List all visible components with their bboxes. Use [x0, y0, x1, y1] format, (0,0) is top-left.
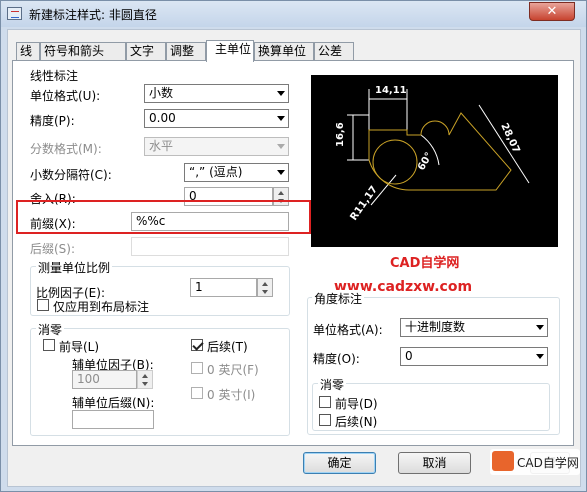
cancel-button[interactable]: 取消	[398, 452, 471, 474]
dim-text-top: 14,11	[375, 85, 407, 96]
angular-unit-format-label: 单位格式(A):	[313, 323, 383, 337]
linear-group-title: 线性标注	[30, 69, 79, 83]
angular-leading-label: 前导(D)	[335, 397, 378, 411]
chevron-down-icon	[536, 325, 544, 330]
fraction-format-label: 分数格式(M):	[30, 142, 102, 156]
sub-unit-factor-spinner[interactable]	[137, 370, 153, 389]
trailing-label: 后续(T)	[207, 340, 248, 354]
zero-inches-label: 0 英寸(I)	[207, 388, 256, 402]
decimal-separator-select[interactable]: “,” (逗点)	[184, 163, 289, 182]
unit-format-select[interactable]: 小数	[144, 84, 289, 103]
dim-text-right: 28,07	[498, 122, 521, 155]
watermark-logo: CAD自学网	[490, 449, 580, 475]
chevron-down-icon	[277, 116, 285, 121]
chevron-down-icon	[277, 91, 285, 96]
angular-trailing-checkbox[interactable]	[319, 414, 331, 426]
precision-select[interactable]: 0.00	[144, 109, 289, 128]
suffix-label: 后缀(S):	[30, 242, 76, 256]
spin-up-icon	[142, 374, 148, 378]
layout-only-label: 仅应用到布局标注	[53, 300, 150, 314]
sub-unit-factor-input[interactable]: 100	[72, 370, 137, 389]
zero-inches-checkbox[interactable]	[191, 387, 203, 399]
fraction-format-select: 水平	[144, 137, 289, 156]
dim-text-radius: R11,17	[348, 184, 380, 223]
chevron-down-icon	[277, 144, 285, 149]
dimstyle-icon	[7, 7, 22, 20]
dim-text-left: 16,6	[335, 122, 346, 147]
layout-only-checkbox[interactable]	[37, 299, 49, 311]
tab-alternate-units[interactable]: 换算单位	[254, 42, 314, 61]
unit-format-label: 单位格式(U):	[30, 89, 101, 103]
angular-precision-label: 精度(O):	[313, 352, 360, 366]
tab-lines[interactable]: 线	[16, 42, 40, 61]
scale-factor-input[interactable]: 1	[190, 278, 257, 297]
scale-factor-spinner[interactable]	[257, 278, 273, 297]
window-title: 新建标注样式: 非圆直径	[29, 8, 157, 22]
logo-text: CAD自学网	[517, 456, 579, 470]
spin-down-icon	[142, 382, 148, 386]
sub-unit-suffix-input[interactable]	[72, 410, 154, 429]
precision-label: 精度(P):	[30, 114, 75, 128]
chevron-down-icon	[536, 354, 544, 359]
sub-unit-suffix-label: 辅单位后缀(N):	[72, 396, 155, 410]
measurement-scale-title: 测量单位比例	[36, 259, 113, 276]
angular-zero-title: 消零	[318, 376, 347, 393]
tab-symbols-arrows[interactable]: 符号和箭头	[40, 42, 126, 61]
dim-line-right	[478, 104, 530, 184]
angular-precision-select[interactable]: 0	[400, 347, 548, 366]
title-bar[interactable]: 新建标注样式: 非圆直径 ✕	[1, 1, 586, 27]
decimal-separator-label: 小数分隔符(C):	[30, 168, 112, 182]
logo-icon	[492, 451, 514, 471]
tab-tolerances[interactable]: 公差	[314, 42, 354, 61]
chevron-down-icon	[277, 170, 285, 175]
spin-down-icon	[262, 290, 268, 294]
suffix-input[interactable]	[131, 237, 289, 256]
angular-leading-checkbox[interactable]	[319, 396, 331, 408]
part-outline	[368, 112, 512, 191]
tab-primary-units[interactable]: 主单位	[206, 40, 254, 62]
prefix-input[interactable]: %%c	[131, 212, 289, 231]
leading-label: 前导(L)	[59, 340, 100, 354]
angular-unit-format-select[interactable]: 十进制度数	[400, 318, 548, 337]
zero-suppression-title: 消零	[36, 321, 65, 338]
zero-feet-checkbox[interactable]	[191, 362, 203, 374]
trailing-checkbox[interactable]	[191, 339, 203, 351]
spin-up-icon	[262, 282, 268, 286]
angular-group-title: 角度标注	[312, 290, 365, 307]
leading-checkbox[interactable]	[43, 339, 55, 351]
dim-text-angle: 60°	[416, 151, 435, 173]
preview-drawing: 14,11 16,6 28,07 60° R11,17	[335, 85, 530, 223]
zero-feet-label: 0 英尺(F)	[207, 363, 259, 377]
prefix-label: 前缀(X):	[30, 217, 76, 231]
angular-trailing-label: 后续(N)	[335, 415, 378, 429]
tab-text[interactable]: 文字	[126, 42, 166, 61]
spin-up-icon	[278, 191, 284, 195]
dimension-preview: 14,11 16,6 28,07 60° R11,17	[311, 75, 558, 247]
watermark-title: CAD自学网	[390, 256, 460, 271]
part-hole	[372, 139, 418, 185]
close-button[interactable]: ✕	[529, 2, 575, 21]
ok-button[interactable]: 确定	[303, 452, 376, 474]
tab-fit[interactable]: 调整	[166, 42, 206, 61]
